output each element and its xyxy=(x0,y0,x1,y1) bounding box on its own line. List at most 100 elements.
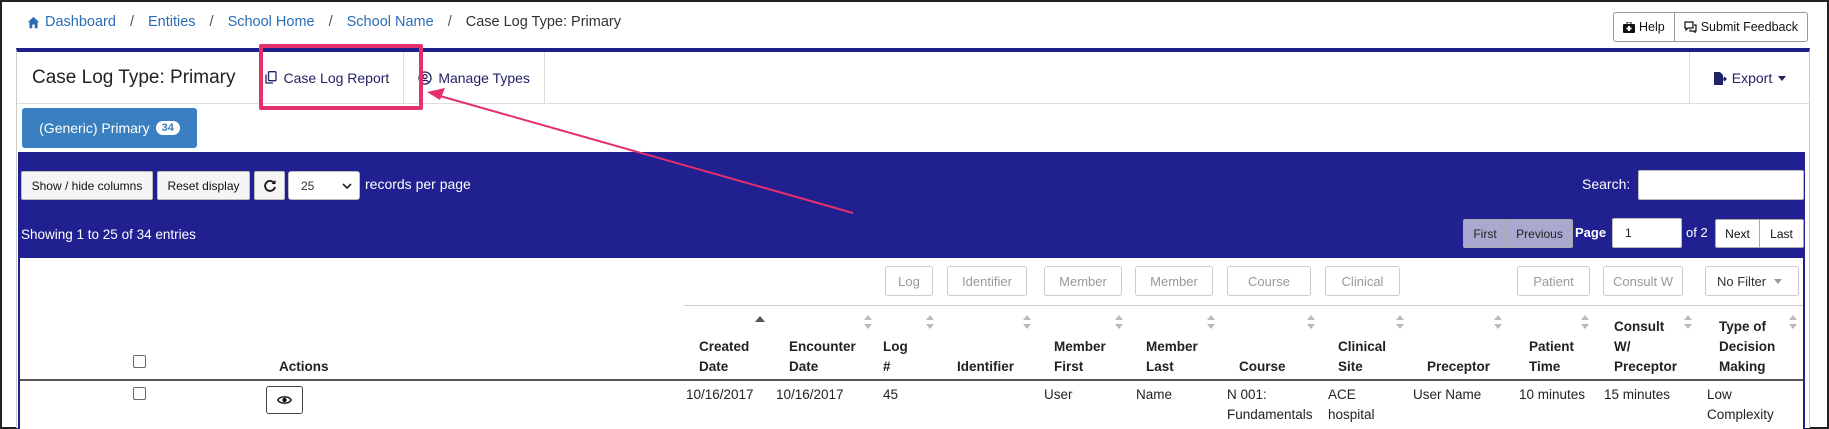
cell-encounter-date: 10/16/2017 xyxy=(776,387,844,402)
col-preceptor-header[interactable]: Preceptor xyxy=(1427,357,1490,377)
breadcrumb-dashboard[interactable]: Dashboard xyxy=(45,14,116,30)
next-page-button[interactable]: Next xyxy=(1715,219,1760,248)
col-decision-line2: Decision xyxy=(1719,339,1776,354)
help-button[interactable]: Help xyxy=(1614,13,1674,41)
filter-decision-select[interactable]: No Filter xyxy=(1705,266,1799,296)
col-consult-line1: Consult xyxy=(1614,319,1665,334)
breadcrumb-school-home[interactable]: School Home xyxy=(228,14,315,30)
col-actions-label: Actions xyxy=(279,359,329,374)
filter-course-placeholder: Course xyxy=(1248,273,1290,289)
search-input[interactable] xyxy=(1638,170,1804,200)
cell-course-line2: Fundamentals xyxy=(1227,407,1313,422)
col-member-first-header[interactable]: Member First xyxy=(1054,337,1106,377)
records-per-page-select[interactable]: 25 xyxy=(288,171,360,200)
cell-course: N 001: Fundamentals xyxy=(1227,385,1313,425)
chevron-down-icon xyxy=(342,183,352,190)
cell-decision-line1: Low xyxy=(1707,387,1732,402)
filter-consult-input[interactable]: Consult W xyxy=(1603,266,1683,296)
show-hide-columns-button[interactable]: Show / hide columns xyxy=(21,171,153,200)
filter-member-first-input[interactable]: Member xyxy=(1044,266,1122,296)
filter-clinical-input[interactable]: Clinical xyxy=(1325,266,1400,296)
page-title: Case Log Type: Primary xyxy=(32,66,236,88)
breadcrumb-entities[interactable]: Entities xyxy=(148,14,196,30)
sort-both-icon xyxy=(1307,315,1315,329)
cell-created-date: 10/16/2017 xyxy=(686,387,754,402)
col-consult-header[interactable]: Consult W/ Preceptor xyxy=(1614,317,1677,377)
col-encounter-date-header[interactable]: Encounter Date xyxy=(789,337,856,377)
cell-decision: Low Complexity xyxy=(1707,385,1774,425)
sort-both-icon xyxy=(1207,315,1215,329)
col-created-date-header[interactable]: Created Date xyxy=(699,337,749,377)
eye-icon xyxy=(277,396,292,404)
entries-info: Showing 1 to 25 of 34 entries xyxy=(21,227,196,242)
col-created-line1: Created xyxy=(699,339,750,354)
next-page-label: Next xyxy=(1725,226,1750,241)
sort-both-icon xyxy=(1023,315,1031,329)
home-icon xyxy=(27,16,40,28)
col-clinical-site-header[interactable]: Clinical Site xyxy=(1338,337,1386,377)
page-number-input[interactable]: 1 xyxy=(1612,218,1682,248)
export-dropdown[interactable]: Export xyxy=(1689,52,1809,104)
cell-clinical-site: ACE hospital xyxy=(1328,385,1375,425)
copy-icon xyxy=(265,71,278,84)
filter-patient-input[interactable]: Patient xyxy=(1517,266,1590,296)
case-log-type-label: (Generic) Primary xyxy=(39,120,150,136)
previous-page-label: Previous xyxy=(1516,226,1563,241)
row-select-checkbox[interactable] xyxy=(133,387,146,400)
records-per-page-label: records per page xyxy=(365,176,471,192)
select-all-checkbox[interactable] xyxy=(133,355,146,368)
cell-preceptor: User Name xyxy=(1413,387,1482,402)
filter-consult-placeholder: Consult W xyxy=(1613,273,1673,289)
col-log-number-header[interactable]: Log # xyxy=(883,337,908,377)
filter-member-last-placeholder: Member xyxy=(1150,273,1198,289)
filter-identifier-input[interactable]: Identifier xyxy=(947,266,1027,296)
caret-down-icon xyxy=(1778,75,1787,81)
count-badge: 34 xyxy=(155,121,180,135)
col-consult-line3: Preceptor xyxy=(1614,359,1678,374)
filter-member-first-placeholder: Member xyxy=(1059,273,1107,289)
filter-decision-value: No Filter xyxy=(1717,273,1767,289)
header-divider xyxy=(684,305,1803,306)
panel-header: Case Log Type: Primary Case Log Report M… xyxy=(17,52,1809,104)
reset-display-button[interactable]: Reset display xyxy=(157,171,250,200)
cell-consult: 15 minutes xyxy=(1604,387,1671,402)
breadcrumb-school-name[interactable]: School Name xyxy=(347,14,434,30)
cell-member-last: Name xyxy=(1136,387,1173,402)
filter-log-input[interactable]: Log xyxy=(885,266,933,296)
manage-types-link[interactable]: Manage Types xyxy=(404,52,545,103)
col-patient-time-header[interactable]: Patient Time xyxy=(1529,337,1574,377)
breadcrumb-separator: / xyxy=(129,14,134,30)
case-log-report-link[interactable]: Case Log Report xyxy=(251,52,405,103)
caret-down-icon xyxy=(1774,278,1783,284)
previous-page-button[interactable]: Previous xyxy=(1507,219,1573,248)
col-decision-header[interactable]: Type of Decision Making xyxy=(1719,317,1775,377)
sort-asc-icon xyxy=(755,316,765,322)
view-button[interactable] xyxy=(266,386,303,414)
case-log-type-button[interactable]: (Generic) Primary 34 xyxy=(22,108,197,148)
col-clinical-line2: Site xyxy=(1338,359,1363,374)
col-preceptor-label: Preceptor xyxy=(1427,359,1491,374)
last-page-button[interactable]: Last xyxy=(1760,219,1804,248)
filter-course-input[interactable]: Course xyxy=(1227,266,1311,296)
filter-member-last-input[interactable]: Member xyxy=(1135,266,1213,296)
cell-log-number: 45 xyxy=(883,387,899,402)
col-member-last-header[interactable]: Member Last xyxy=(1146,337,1198,377)
col-log-line2: # xyxy=(883,359,891,374)
col-course-header[interactable]: Course xyxy=(1239,357,1286,377)
col-clinical-line1: Clinical xyxy=(1338,339,1387,354)
page-number-value: 1 xyxy=(1625,226,1632,240)
cell-member-first: User xyxy=(1044,387,1073,402)
refresh-button[interactable] xyxy=(254,171,285,200)
show-hide-columns-label: Show / hide columns xyxy=(31,178,143,193)
filter-identifier-placeholder: Identifier xyxy=(962,273,1012,289)
records-per-page-value: 25 xyxy=(301,178,315,193)
col-identifier-label: Identifier xyxy=(957,359,1015,374)
help-label: Help xyxy=(1639,20,1665,34)
sort-both-icon xyxy=(864,315,872,329)
submit-feedback-button[interactable]: Submit Feedback xyxy=(1673,13,1807,41)
col-identifier-header[interactable]: Identifier xyxy=(957,357,1014,377)
filter-patient-placeholder: Patient xyxy=(1533,273,1574,289)
first-page-button[interactable]: First xyxy=(1463,219,1507,248)
refresh-icon xyxy=(263,179,276,192)
cell-clinical-line1: ACE xyxy=(1328,387,1356,402)
